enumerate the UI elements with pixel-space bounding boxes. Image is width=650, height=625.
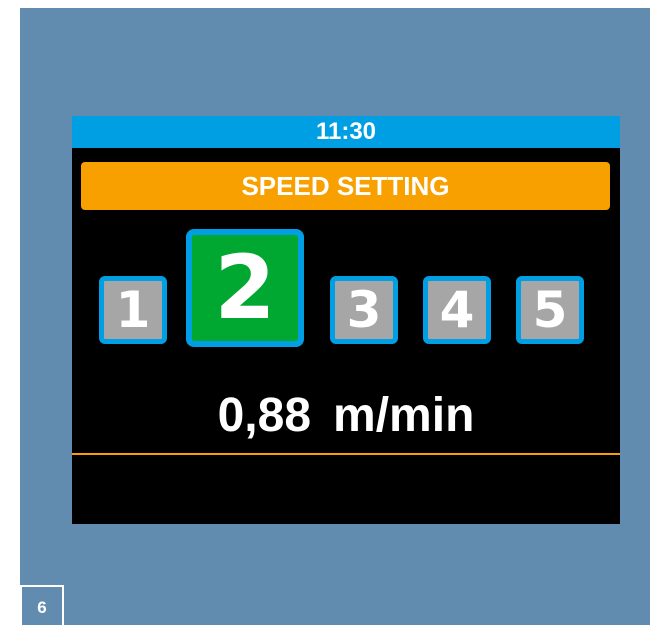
divider-line xyxy=(72,453,620,455)
speed-button-4[interactable]: 4 xyxy=(423,276,491,344)
speed-button-2[interactable]: 2 xyxy=(186,229,304,347)
page-number: 6 xyxy=(37,598,47,617)
speed-readout: 0,88 m/min xyxy=(72,386,620,446)
speed-button-label: 2 xyxy=(214,236,276,339)
clock-time: 11:30 xyxy=(315,118,377,145)
speed-button-label: 5 xyxy=(532,281,568,339)
speed-button-label: 3 xyxy=(346,281,382,339)
speed-button-label: 1 xyxy=(115,281,151,339)
device-screen: 11:30 SPEED SETTING 1 2 3 4 5 0,88 m/min xyxy=(72,116,620,524)
speed-button-1[interactable]: 1 xyxy=(99,276,167,344)
screen-title: SPEED SETTING xyxy=(81,162,610,210)
speed-button-label: 4 xyxy=(439,281,475,339)
screen-title-label: SPEED SETTING xyxy=(241,171,450,201)
page-number-badge: 6 xyxy=(20,585,64,625)
speed-button-5[interactable]: 5 xyxy=(516,276,584,344)
speed-button-3[interactable]: 3 xyxy=(330,276,398,344)
speed-unit: m/min xyxy=(333,389,475,442)
status-bar: 11:30 xyxy=(72,116,620,148)
manual-page: 11:30 SPEED SETTING 1 2 3 4 5 0,88 m/min … xyxy=(0,0,650,625)
speed-value: 0,88 xyxy=(217,389,312,442)
